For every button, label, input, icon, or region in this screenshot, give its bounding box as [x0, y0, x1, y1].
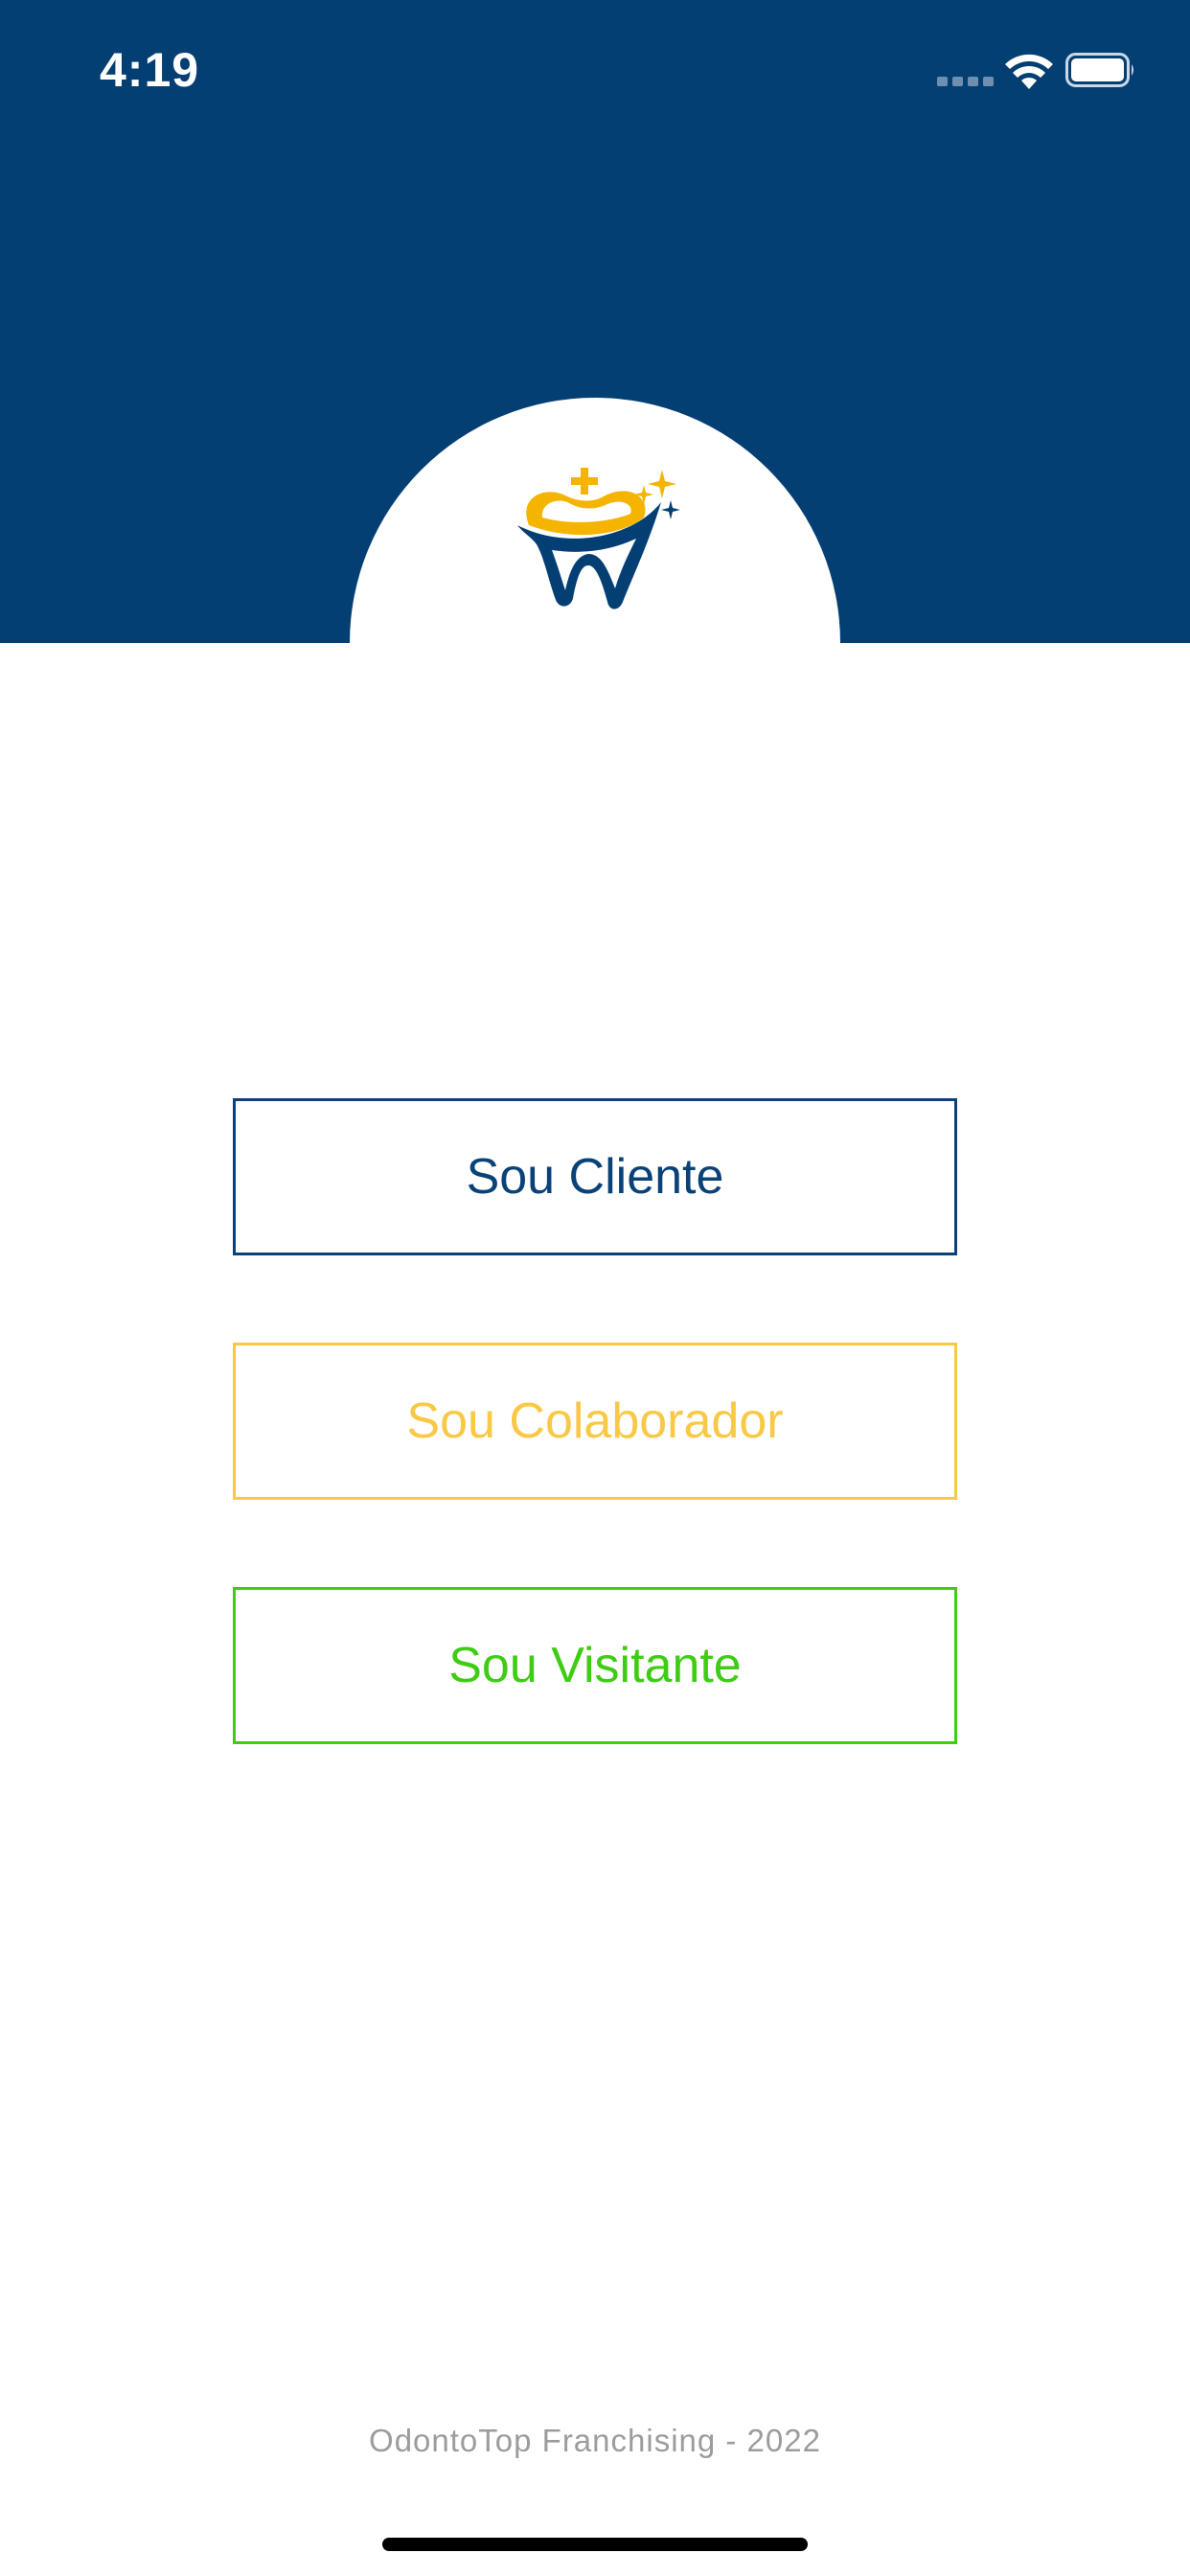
battery-icon — [1065, 53, 1133, 87]
sou-visitante-button[interactable]: Sou Visitante — [233, 1587, 957, 1744]
cellular-signal-icon — [937, 77, 994, 86]
footer-copyright: OdontoTop Franchising - 2022 — [369, 2423, 821, 2458]
sou-colaborador-button[interactable]: Sou Colaborador — [233, 1343, 957, 1500]
status-time: 4:19 — [100, 43, 200, 97]
tooth-logo-icon — [517, 468, 680, 610]
sou-cliente-button[interactable]: Sou Cliente — [233, 1098, 957, 1255]
home-indicator[interactable] — [382, 2538, 808, 2551]
wifi-icon — [1005, 54, 1053, 89]
